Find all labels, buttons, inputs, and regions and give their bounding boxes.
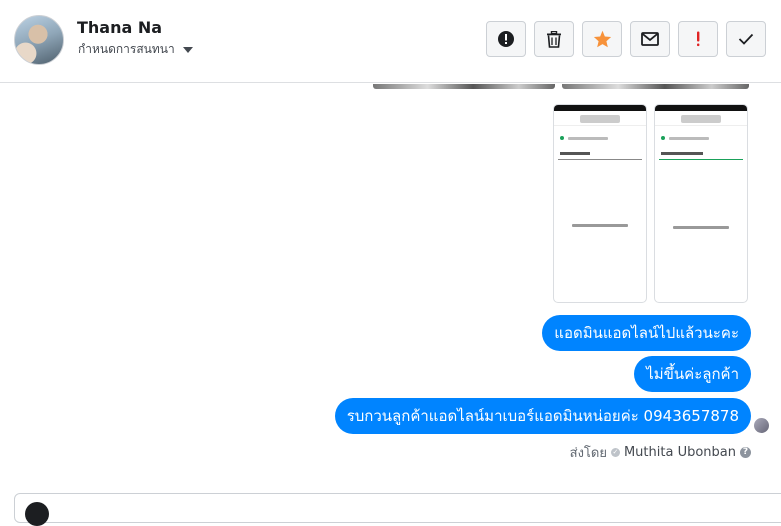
exclamation-icon [697,31,700,47]
sender-name[interactable]: Muthita Ubonban [624,445,736,460]
follow-up-button[interactable] [678,21,718,57]
conversation-header: Thana Na กำหนดการสนทนา [0,0,781,83]
sent-by-label: ส่งโดย [569,446,607,461]
mark-unread-button[interactable] [630,21,670,57]
seen-avatar [754,418,769,433]
envelope-icon [641,32,659,46]
message-composer[interactable] [14,493,781,526]
conversation-menu-label: กำหนดการสนทนา [78,42,175,56]
star-button[interactable] [582,21,622,57]
message-bubble[interactable]: แอดมินแอดไลน์ไปแล้วนะคะ [542,315,751,351]
trash-icon [547,30,561,48]
image-attachment-strip[interactable] [373,84,749,91]
verified-check-icon: ✓ [610,448,620,457]
screenshot-attachment[interactable] [553,104,647,303]
contact-avatar[interactable] [14,15,64,65]
mark-spam-button[interactable] [486,21,526,57]
sent-by-info: ส่งโดย ✓ Muthita Ubonban ? [570,442,751,463]
help-icon[interactable]: ? [740,447,751,458]
mark-done-button[interactable] [726,21,766,57]
star-icon [593,30,611,48]
contact-name[interactable]: Thana Na [77,18,162,37]
image-thumbnail[interactable] [373,84,555,89]
message-bubble[interactable]: รบกวนลูกค้าแอดไลน์มาเบอร์แอดมินหน่อยค่ะ … [334,398,751,434]
delete-button[interactable] [534,21,574,57]
message-bubble[interactable]: ไม่ขึ้นค่ะลูกค้า [634,356,751,392]
message-thread: แอดมินแอดไลน์ไปแล้วนะคะ ไม่ขึ้นค่ะลูกค้า… [0,84,781,506]
alert-circle-icon [498,31,514,47]
screenshot-attachment[interactable] [654,104,748,303]
caret-down-icon [182,46,193,53]
action-toolbar [486,21,766,57]
image-thumbnail[interactable] [562,84,749,89]
check-icon [738,33,754,45]
conversation-menu[interactable]: กำหนดการสนทนา [78,40,193,59]
